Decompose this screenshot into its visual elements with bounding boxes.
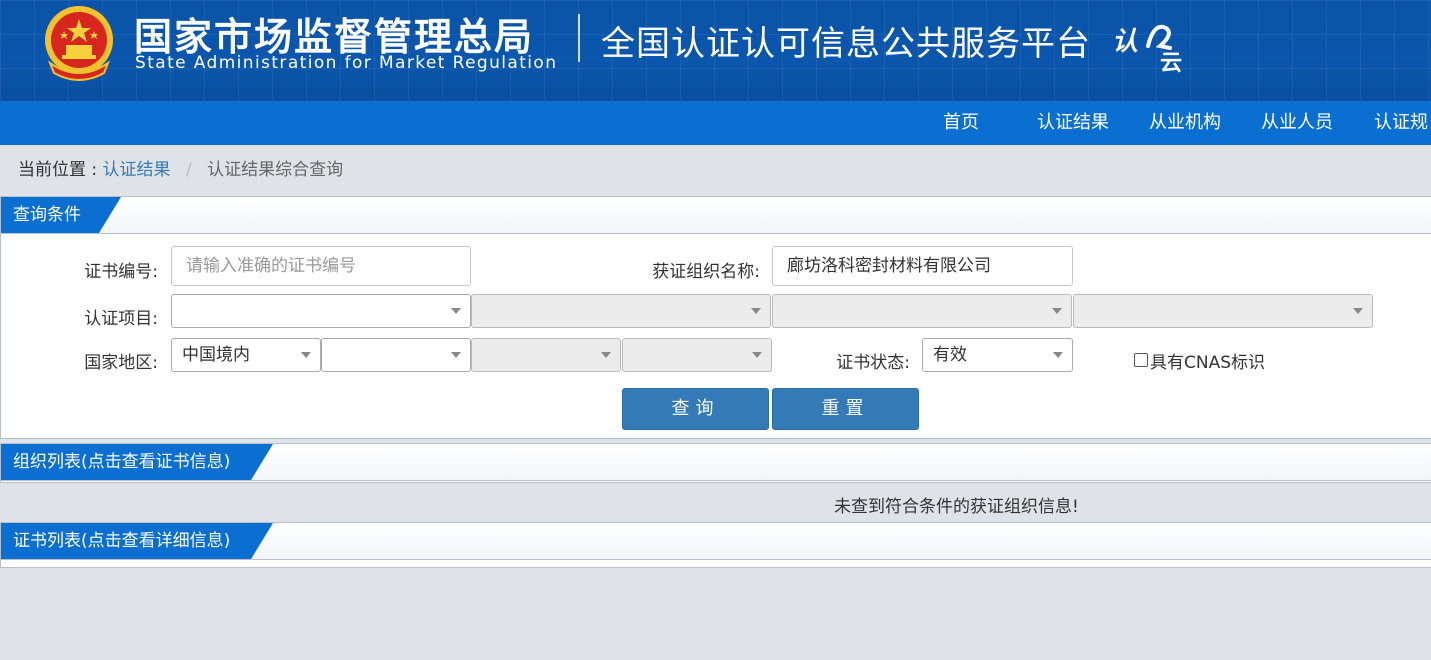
search-button[interactable]: 查询 xyxy=(622,388,769,430)
chevron-down-icon xyxy=(301,352,311,358)
breadcrumb-link-cert-results[interactable]: 认证结果 xyxy=(103,160,171,180)
platform-title[interactable]: 全国认证认可信息公共服务平台 xyxy=(601,16,1091,65)
query-panel-header: 查询条件 xyxy=(1,197,1431,234)
region-select-3[interactable] xyxy=(471,338,621,372)
reset-button[interactable]: 重置 xyxy=(772,388,919,430)
cert-list-panel-header: 证书列表(点击查看详细信息) xyxy=(1,523,1431,560)
region-select-1[interactable]: 中国境内 xyxy=(171,338,321,372)
nav-item-home[interactable]: 首页 xyxy=(943,101,979,145)
chevron-down-icon xyxy=(1053,352,1063,358)
project-select-4[interactable] xyxy=(1073,294,1373,328)
nav-item-regulations[interactable]: 认证规 xyxy=(1374,101,1428,145)
chevron-down-icon xyxy=(752,352,762,358)
breadcrumb-separator: / xyxy=(185,160,192,180)
renyun-logo-icon: 认 云 xyxy=(1112,24,1182,74)
project-select-3[interactable] xyxy=(772,294,1072,328)
region-select-2[interactable] xyxy=(321,338,471,372)
org-name-english[interactable]: State Administration for Market Regulati… xyxy=(135,53,557,73)
region-select-1-value: 中国境内 xyxy=(182,345,250,365)
chevron-down-icon xyxy=(601,352,611,358)
site-header: 国家市场监督管理总局 State Administration for Mark… xyxy=(0,0,1431,101)
status-select-value: 有效 xyxy=(933,345,967,365)
svg-text:云: 云 xyxy=(1160,51,1182,74)
org-list-empty-message: 未查到符合条件的获证组织信息! xyxy=(834,497,1079,517)
org-list-panel: 组织列表(点击查看证书信息) xyxy=(0,443,1431,483)
nav-item-institutions[interactable]: 从业机构 xyxy=(1149,101,1221,145)
org-name-label: 获证组织名称: xyxy=(652,262,760,282)
nav-item-practitioners[interactable]: 从业人员 xyxy=(1261,101,1333,145)
cert-no-label: 证书编号: xyxy=(84,262,158,282)
breadcrumb: 当前位置 : 认证结果 / 认证结果综合查询 xyxy=(18,155,343,180)
status-select[interactable]: 有效 xyxy=(922,338,1073,372)
region-label: 国家地区: xyxy=(84,353,158,373)
project-label: 认证项目: xyxy=(84,309,158,329)
cert-list-panel: 证书列表(点击查看详细信息) xyxy=(0,522,1431,568)
project-select-1[interactable] xyxy=(171,294,471,328)
chevron-down-icon xyxy=(1353,308,1363,314)
cert-no-input[interactable]: 请输入准确的证书编号 xyxy=(171,246,471,286)
chevron-down-icon xyxy=(1052,308,1062,314)
region-select-4[interactable] xyxy=(622,338,772,372)
chevron-down-icon xyxy=(451,352,461,358)
org-name-input[interactable]: 廊坊洛科密封材料有限公司 xyxy=(772,246,1073,286)
chevron-down-icon xyxy=(451,308,461,314)
breadcrumb-current: 认证结果综合查询 xyxy=(207,160,344,180)
org-list-panel-title: 组织列表(点击查看证书信息) xyxy=(1,444,273,480)
org-list-panel-header: 组织列表(点击查看证书信息) xyxy=(1,444,1431,481)
breadcrumb-label: 当前位置 : xyxy=(18,160,98,180)
nav-item-cert-results[interactable]: 认证结果 xyxy=(1037,101,1109,145)
checkbox-icon[interactable] xyxy=(1134,353,1148,367)
main-nav: 首页 认证结果 从业机构 从业人员 认证规 xyxy=(0,101,1431,145)
chevron-down-icon xyxy=(751,308,761,314)
svg-text:认: 认 xyxy=(1112,27,1138,57)
query-panel: 查询条件 证书编号: 请输入准确的证书编号 获证组织名称: 廊坊洛科密封材料有限… xyxy=(0,196,1431,439)
project-select-2[interactable] xyxy=(471,294,771,328)
query-panel-title: 查询条件 xyxy=(1,197,121,233)
header-divider xyxy=(578,14,580,62)
cnas-checkbox[interactable]: 具有CNAS标识 xyxy=(1134,348,1265,373)
national-emblem-icon[interactable] xyxy=(40,3,118,81)
cnas-checkbox-label: 具有CNAS标识 xyxy=(1150,353,1266,373)
cert-list-panel-title: 证书列表(点击查看详细信息) xyxy=(1,523,273,559)
status-label: 证书状态: xyxy=(836,353,910,373)
